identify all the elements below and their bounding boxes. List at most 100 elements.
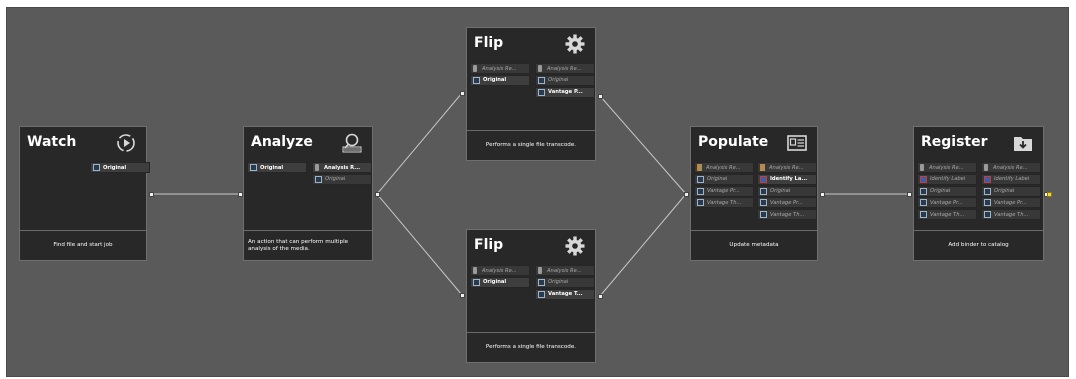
input-port[interactable] [459, 90, 465, 96]
node-watch[interactable]: Watch Original Find file and start job [19, 126, 150, 261]
binder-label: Vantage Pr... [930, 199, 963, 206]
inputs-binder-0[interactable]: Analysis Re... [470, 265, 530, 276]
output-port[interactable] [597, 293, 603, 299]
outputs-binder-1[interactable]: Identify La... [757, 173, 817, 185]
outputs-binder-1[interactable]: Original [535, 276, 595, 288]
node-flip-top[interactable]: Flip Analysis Re... Original Analysis Re..… [466, 27, 596, 161]
node-populate[interactable]: Populate Analysis Re... Original Vantage P… [690, 126, 818, 261]
analysis-file-icon [538, 267, 542, 274]
outputs-binder-0[interactable]: Analysis Re... [981, 162, 1041, 173]
media-file-icon [538, 278, 545, 286]
analysis-file-icon [473, 267, 477, 274]
outputs-binder-1[interactable]: Original [535, 74, 595, 86]
binder-label: Vantage Th... [930, 211, 965, 218]
input-port[interactable] [683, 191, 689, 197]
inputs-binder-0[interactable]: Analysis Re... [917, 162, 977, 173]
analysis2-file-icon [697, 164, 702, 171]
outputs-binder-1[interactable]: Original [312, 173, 372, 185]
node-description: Performs a single file transcode. [467, 130, 595, 160]
output-port[interactable] [148, 191, 154, 197]
input-port[interactable] [906, 191, 912, 197]
output-port[interactable] [819, 191, 825, 197]
binder-label: Analysis Re... [547, 267, 582, 274]
node-binders: Analysis Re... Original Vantage Pr... Vanta… [691, 158, 817, 232]
inputs-binder-1[interactable]: Original [470, 276, 530, 288]
media-file-icon [315, 175, 322, 183]
output-port[interactable] [597, 93, 603, 99]
node-flip-bottom[interactable]: Flip Analysis Re... Original Analysis Re..… [466, 229, 596, 363]
analysis-file-icon [315, 164, 319, 171]
binder-label: Original [103, 164, 127, 171]
outputs-binder-0[interactable]: Analysis Re... [757, 162, 817, 173]
inputs-binder-4[interactable]: Vantage Th... [917, 209, 977, 221]
label-file-icon [760, 175, 767, 183]
media-file-icon [473, 278, 480, 286]
node-title: Populate [698, 134, 769, 150]
input-port[interactable] [237, 191, 243, 197]
binder-label: Vantage Pr... [707, 188, 740, 195]
outputs-binder-0[interactable]: Analysis Re... [535, 63, 595, 74]
node-title: Watch [27, 134, 77, 150]
binder-label: Analysis Re... [993, 164, 1028, 171]
inputs-binder-1[interactable]: Original [470, 74, 530, 86]
media-file-icon [760, 187, 767, 195]
outputs-binder-2[interactable]: Original [981, 185, 1041, 197]
outputs-binder-0[interactable]: Original [90, 162, 150, 173]
node-description: Add binder to catalog [914, 230, 1043, 260]
media-file-icon [984, 199, 991, 207]
inputs-binder-1[interactable]: Identify Label [917, 173, 977, 185]
active-output-port[interactable] [1047, 191, 1052, 197]
node-title: Analyze [251, 134, 313, 150]
analysis-file-icon [920, 164, 924, 171]
binder-label: Original [325, 176, 346, 183]
output-port[interactable] [374, 191, 380, 197]
outputs-binder-2[interactable]: Original [757, 185, 817, 197]
media-file-icon [538, 88, 545, 96]
label-file-icon [984, 175, 991, 183]
node-analyze[interactable]: Analyze Original Analysis R... Original An … [243, 126, 373, 261]
outputs-binder-2[interactable]: Vantage P... [535, 86, 595, 98]
binder-label: Vantage Th... [707, 199, 742, 206]
node-binders: Original [20, 158, 150, 231]
input-port[interactable] [459, 292, 465, 298]
binder-label: Original [483, 77, 507, 84]
node-binders: Analysis Re... Original Analysis Re... Orig… [467, 59, 595, 131]
binder-label: Analysis Re... [482, 267, 517, 274]
analysis2-file-icon [760, 164, 765, 171]
inputs-binder-2[interactable]: Original [917, 185, 977, 197]
binder-label: Analysis Re... [929, 164, 964, 171]
media-file-icon [920, 199, 927, 207]
outputs-binder-0[interactable]: Analysis R... [312, 162, 372, 173]
node-description: Performs a single file transcode. [467, 332, 595, 362]
media-file-icon [697, 187, 704, 195]
binder-label: Vantage Pr... [770, 199, 803, 206]
watch-play-icon [115, 132, 137, 154]
outputs-binder-4[interactable]: Vantage Th... [757, 209, 817, 221]
gear-icon [564, 235, 586, 257]
binder-label: Original [707, 176, 728, 183]
media-file-icon [697, 175, 704, 183]
outputs-binder-4[interactable]: Vantage Th... [981, 209, 1041, 221]
outputs-binder-2[interactable]: Vantage T... [535, 288, 595, 300]
node-binders: Analysis Re... Original Analysis Re... Orig… [467, 261, 595, 333]
binder-label: Original [548, 77, 569, 84]
outputs-binder-3[interactable]: Vantage Pr... [981, 197, 1041, 209]
label-file-icon [920, 175, 927, 183]
inputs-binder-0[interactable]: Analysis Re... [694, 162, 754, 173]
inputs-binder-3[interactable]: Vantage Pr... [917, 197, 977, 209]
binder-label: Analysis R... [324, 164, 361, 171]
inputs-binder-1[interactable]: Original [694, 173, 754, 185]
inputs-binder-0[interactable]: Analysis Re... [470, 63, 530, 74]
outputs-binder-3[interactable]: Vantage Pr... [757, 197, 817, 209]
inputs-binder-0[interactable]: Original [247, 162, 307, 173]
analysis-file-icon [473, 65, 477, 72]
node-header: Populate [691, 127, 817, 158]
node-title: Register [921, 134, 988, 150]
inputs-binder-3[interactable]: Vantage Th... [694, 197, 754, 209]
node-register[interactable]: Register Analysis Re... Identify Label Ori… [913, 126, 1044, 261]
outputs-binder-1[interactable]: Identify Label [981, 173, 1041, 185]
binder-label: Identify Label [930, 176, 966, 183]
binder-label: Analysis Re... [706, 164, 741, 171]
outputs-binder-0[interactable]: Analysis Re... [535, 265, 595, 276]
inputs-binder-2[interactable]: Vantage Pr... [694, 185, 754, 197]
